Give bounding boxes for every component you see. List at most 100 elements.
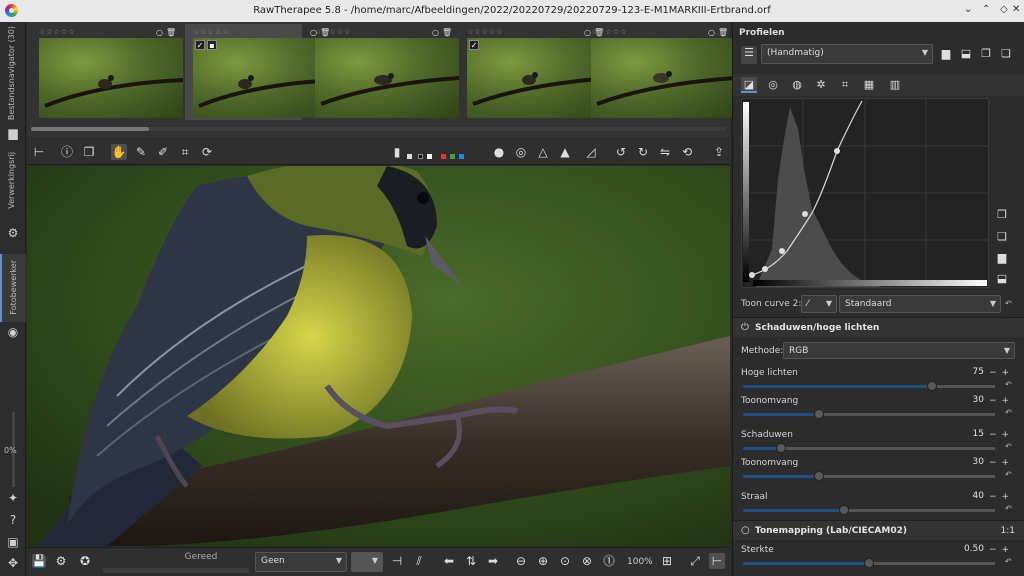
method-select[interactable]: RGB ▼ [783, 342, 1015, 359]
previous-image-icon[interactable]: ⬅ [441, 553, 457, 569]
trash-icon[interactable]: 🗑 [718, 28, 728, 37]
tab-advanced-icon[interactable]: ✲ [813, 77, 829, 93]
rating-stars[interactable]: ☆☆☆☆☆ [193, 28, 229, 36]
tone-curve-editor[interactable] [741, 98, 989, 288]
highlight-warning-icon[interactable]: ▲ [557, 144, 573, 160]
profile-list-icon[interactable]: ☰ [741, 46, 757, 64]
trash-icon[interactable]: 🗑 [442, 28, 452, 37]
sync-image-icon[interactable]: ⇅ [463, 553, 479, 569]
focus-mask-icon[interactable]: ● [491, 144, 507, 160]
preview-black-swatch[interactable] [418, 154, 423, 159]
thumbnail[interactable]: ☆☆☆☆☆ ○ 🗑 [307, 24, 459, 120]
gears-icon[interactable]: ⚙ [6, 226, 20, 240]
hide-right-panel-icon[interactable]: ⊢ [709, 553, 725, 569]
snapshot-icon[interactable]: ◎ [513, 144, 529, 160]
slider-track[interactable] [743, 409, 995, 419]
thumbnail[interactable]: ☆☆☆☆☆ ○ 🗑 [31, 24, 183, 120]
slider-value-field[interactable]: 40 [957, 491, 987, 504]
close-icon[interactable]: ✕ [1012, 4, 1020, 15]
tab-exposure-icon[interactable]: ◪ [741, 77, 757, 93]
white-balance-picker-icon[interactable]: ✎ [133, 144, 149, 160]
main-image-preview[interactable] [27, 166, 730, 546]
slider-value-field[interactable]: 30 [957, 457, 987, 470]
stepper-buttons[interactable]: −+ [989, 458, 1014, 468]
reset-icon[interactable]: ↶ [1005, 557, 1012, 566]
reset-icon[interactable]: ↶ [1005, 470, 1012, 479]
copy-profile-icon[interactable]: ❐ [979, 47, 993, 61]
zoom-fit-icon[interactable]: ⊙ [557, 553, 573, 569]
slider-track[interactable] [743, 505, 995, 515]
slider-value-field[interactable]: 30 [957, 395, 987, 408]
reject-icon[interactable]: ○ [432, 28, 439, 37]
shadow-warning-icon[interactable]: △ [535, 144, 551, 160]
tab-detail-icon[interactable]: ◎ [765, 77, 781, 93]
stepper-buttons[interactable]: −+ [989, 368, 1014, 378]
stepper-buttons[interactable]: −+ [989, 545, 1014, 555]
section-tonemapping[interactable]: ○ Tonemapping (Lab/CIECAM02) 1:1 [733, 520, 1024, 540]
fullscreen-toggle-icon[interactable]: ⤢ [687, 553, 703, 569]
reject-icon[interactable]: ○ [708, 28, 715, 37]
save-profile-icon[interactable]: ⬓ [959, 47, 973, 61]
preview-mode-select[interactable]: Geen ▼ [255, 552, 347, 572]
zoom-out-icon[interactable]: ⊖ [513, 553, 529, 569]
preview-luminance-swatch[interactable] [407, 154, 412, 159]
reject-icon[interactable]: ○ [156, 28, 163, 37]
filmstrip-scrollbar[interactable] [31, 127, 149, 131]
move-icon[interactable]: ✥ [6, 556, 20, 570]
external-editor-icon[interactable]: ✪ [77, 553, 93, 569]
slider-track[interactable] [743, 381, 995, 391]
tab-file-browser[interactable]: Bestandsnavigator (30) [0, 22, 26, 122]
reset-icon[interactable]: ↶ [1005, 299, 1012, 308]
tab-editor[interactable]: Fotobewerker [0, 254, 26, 322]
slider-value-field[interactable]: 0.50 [957, 544, 987, 557]
paste-profile-icon[interactable]: ❏ [999, 47, 1013, 61]
copy-curve-icon[interactable]: ❐ [995, 208, 1009, 222]
straighten-icon[interactable]: ⟳ [199, 144, 215, 160]
profile-select[interactable]: (Handmatig) ▼ [761, 44, 933, 64]
section-shadows-highlights[interactable]: ⏻ Schaduwen/hoge lichten [733, 317, 1024, 337]
folder-icon[interactable]: ▆ [6, 126, 20, 140]
tab-color-icon[interactable]: ◍ [789, 77, 805, 93]
slider-knob[interactable] [864, 558, 874, 568]
preview-channel-toggle-icon[interactable]: ▮ [393, 144, 401, 160]
reset-icon[interactable]: ↶ [1005, 380, 1012, 389]
send-to-queue-icon[interactable]: ⚙ [53, 553, 69, 569]
save-image-icon[interactable]: 💾 [31, 553, 47, 569]
rotate-right-icon[interactable]: ↻ [635, 144, 651, 160]
slider-track[interactable] [743, 471, 995, 481]
before-after-icon[interactable]: ❐ [81, 144, 97, 160]
zoom-fit-crop-icon[interactable]: ⊗ [579, 553, 595, 569]
save-curve-icon[interactable]: ⬓ [995, 272, 1009, 286]
slider-value-field[interactable]: 15 [957, 429, 987, 442]
reset-icon[interactable]: ↶ [1005, 442, 1012, 451]
thumbnail-selected[interactable]: ☆☆☆☆☆ ○ 🗑 ✓ ▪ [185, 24, 337, 120]
info-icon[interactable]: ⓘ [59, 144, 75, 160]
preview-red-swatch[interactable] [441, 154, 446, 159]
slider-knob[interactable] [813, 471, 824, 481]
tab-queue[interactable]: Verwerkingsrij [0, 146, 26, 222]
curve-mode-select[interactable]: Standaard ▼ [839, 295, 1001, 313]
rating-stars[interactable]: ☆☆☆☆☆ [467, 28, 503, 36]
preview-green-swatch[interactable] [450, 154, 455, 159]
slider-knob[interactable] [775, 443, 786, 453]
paste-curve-icon[interactable]: ❏ [995, 230, 1009, 244]
tab-metadata-icon[interactable]: ▥ [887, 77, 903, 93]
slider-track[interactable] [743, 558, 995, 568]
minimize-icon[interactable]: ⌄ [964, 4, 972, 15]
slider-knob[interactable] [813, 409, 824, 419]
rating-stars[interactable]: ☆☆☆☆☆ [39, 28, 75, 36]
histogram-toggle-icon[interactable]: ◿ [583, 144, 599, 160]
stepper-buttons[interactable]: −+ [989, 492, 1014, 502]
thumbnail[interactable]: ☆☆☆☆☆ ○ 🗑 [583, 24, 735, 120]
tab-transform-icon[interactable]: ⌗ [837, 77, 853, 93]
rating-stars[interactable]: ☆☆☆☆☆ [591, 28, 627, 36]
open-profile-icon[interactable]: ▆ [939, 47, 953, 61]
slider-value-field[interactable]: 75 [957, 367, 987, 380]
tab-raw-icon[interactable]: ▦ [861, 77, 877, 93]
color-profile-select[interactable]: ▼ [351, 552, 383, 572]
slider-track[interactable] [743, 443, 995, 453]
slider-knob[interactable] [927, 381, 937, 391]
curve-type-select[interactable]: ⁄ ▼ [801, 295, 837, 313]
aperture-icon[interactable]: ◉ [6, 325, 20, 339]
new-detail-window-icon[interactable]: ⊞ [659, 553, 675, 569]
